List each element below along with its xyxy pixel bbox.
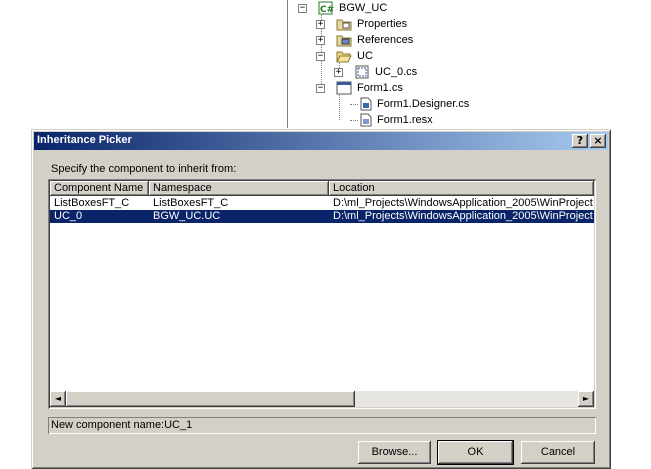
- references-folder-icon: [336, 33, 352, 47]
- csharp-project-icon: C#: [318, 1, 334, 15]
- tree-item-label: Form1.Designer.cs: [377, 98, 470, 110]
- cell-component-name: ListBoxesFT_C: [54, 197, 130, 209]
- column-header-namespace[interactable]: Namespace: [149, 181, 329, 196]
- tree-item-label: Form1.resx: [377, 114, 433, 126]
- cell-location: D:\ml_Projects\WindowsApplication_2005\W…: [333, 197, 593, 209]
- collapse-toggle[interactable]: −: [316, 84, 325, 93]
- list-header: Component Name Namespace Location: [50, 181, 594, 196]
- scroll-left-button[interactable]: ◄: [50, 391, 66, 407]
- column-header-location[interactable]: Location: [329, 181, 594, 196]
- dialog-title-bar[interactable]: Inheritance Picker ? ×: [34, 132, 608, 150]
- cell-component-name: UC_0: [54, 210, 83, 222]
- cell-namespace: ListBoxesFT_C: [153, 197, 229, 209]
- tree-item-label: References: [357, 34, 414, 46]
- scroll-thumb[interactable]: [66, 391, 355, 407]
- expand-toggle[interactable]: +: [316, 36, 325, 45]
- cancel-button[interactable]: Cancel: [521, 441, 595, 464]
- cell-location: D:\ml_Projects\WindowsApplication_2005\W…: [333, 210, 593, 222]
- tree-item-label: UC: [357, 50, 373, 62]
- browse-button[interactable]: Browse...: [358, 441, 431, 464]
- cs-file-icon: [358, 97, 374, 111]
- tree-item-label: BGW_UC: [339, 2, 388, 14]
- close-button[interactable]: ×: [590, 134, 606, 148]
- tree-item-label: Properties: [357, 18, 408, 30]
- svg-text:C#: C#: [320, 5, 334, 15]
- tree-connector: [339, 92, 340, 120]
- cell-namespace: BGW_UC.UC: [153, 210, 221, 222]
- expand-toggle[interactable]: +: [334, 68, 343, 77]
- collapse-toggle[interactable]: −: [316, 52, 325, 61]
- help-button[interactable]: ?: [572, 134, 588, 148]
- resx-file-icon: [358, 113, 374, 127]
- ok-button[interactable]: OK: [438, 441, 513, 464]
- solution-explorer-tree: − C# BGW_UC + Properties + References − …: [287, 0, 651, 128]
- user-control-file-icon: [354, 65, 370, 79]
- tree-item-label: UC_0.cs: [375, 66, 418, 78]
- dialog-title: Inheritance Picker: [37, 134, 132, 146]
- expand-toggle[interactable]: +: [316, 20, 325, 29]
- table-row-selected[interactable]: UC_0 BGW_UC.UC D:\ml_Projects\WindowsApp…: [50, 210, 594, 223]
- instruction-label: Specify the component to inherit from:: [51, 163, 237, 175]
- tree-item-label: Form1.cs: [357, 82, 403, 94]
- column-header-component-name[interactable]: Component Name: [50, 181, 149, 196]
- table-row[interactable]: ListBoxesFT_C ListBoxesFT_C D:\ml_Projec…: [50, 197, 594, 210]
- properties-folder-icon: [336, 17, 352, 31]
- collapse-toggle[interactable]: −: [298, 4, 307, 13]
- horizontal-scrollbar[interactable]: ◄ ►: [50, 391, 594, 407]
- scroll-right-button[interactable]: ►: [578, 391, 594, 407]
- form-file-icon: [336, 81, 352, 95]
- tree-connector: [350, 104, 358, 105]
- folder-open-icon: [336, 49, 352, 63]
- new-component-name-field: New component name:UC_1: [48, 417, 596, 434]
- tree-connector: [350, 120, 358, 121]
- component-list[interactable]: Component Name Namespace Location ListBo…: [48, 179, 596, 409]
- inheritance-picker-dialog: Inheritance Picker ? × Specify the compo…: [31, 129, 611, 469]
